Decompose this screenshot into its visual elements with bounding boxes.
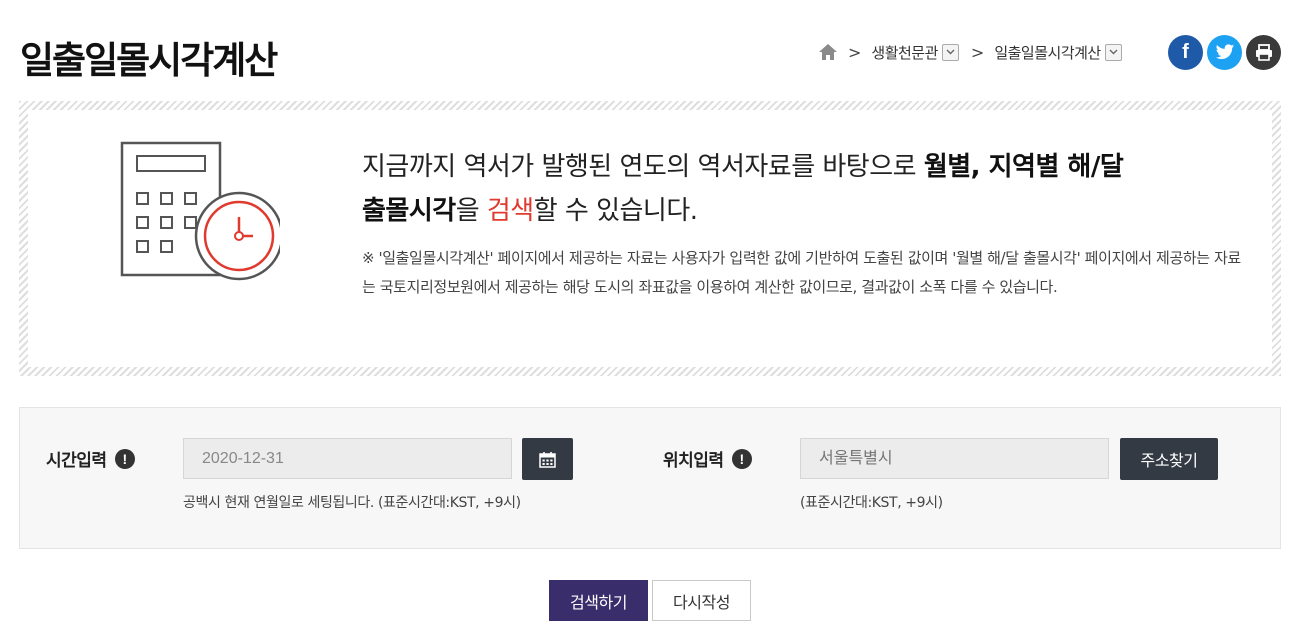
calculator-clock-icon xyxy=(110,141,284,295)
headline-bold-text: 출몰시각 xyxy=(362,196,456,226)
breadcrumb-item-label: 생활천문관 xyxy=(871,43,938,62)
time-label-text: 시간입력 xyxy=(46,451,107,471)
info-icon[interactable]: ! xyxy=(731,448,752,469)
breadcrumb: > 생활천문관 > 일출일몰시각계산 xyxy=(818,38,1134,66)
headline-text: 을 xyxy=(455,196,487,226)
time-help-text: 공백시 현재 연월일로 세팅됩니다. (표준시간대:KST, +9시) xyxy=(183,495,521,511)
chevron-right-icon: > xyxy=(848,42,862,62)
chevron-right-icon: > xyxy=(970,42,985,62)
intro-headline: 지금까지 역서가 발행된 연도의 역서자료를 바탕으로 월별, 지역별 해/달 … xyxy=(362,145,1242,233)
breadcrumb-item-label: 일출일몰시각계산 xyxy=(994,43,1101,62)
breadcrumb-item-current[interactable]: 일출일몰시각계산 xyxy=(994,42,1122,63)
location-input-label: 위치입력 ! xyxy=(663,446,752,471)
location-help-text: (표준시간대:KST, +9시) xyxy=(800,495,943,511)
info-icon[interactable]: ! xyxy=(114,448,135,469)
headline-bold-text: 월별, 지역별 해/달 xyxy=(923,152,1124,182)
headline-highlight: 검색 xyxy=(486,196,534,226)
calendar-button[interactable] xyxy=(522,438,573,480)
find-address-button[interactable]: 주소찾기 xyxy=(1120,438,1218,480)
home-icon[interactable] xyxy=(818,43,838,61)
time-input-label: 시간입력 ! xyxy=(46,446,135,471)
facebook-glyph: f xyxy=(1182,41,1189,63)
headline-text: 지금까지 역서가 발행된 연도의 역서자료를 바탕으로 xyxy=(362,152,924,182)
location-input[interactable] xyxy=(800,438,1109,479)
intro-note: ※ '일출일몰시각계산' 페이지에서 제공하는 자료는 사용자가 입력한 값에 … xyxy=(362,249,1241,296)
facebook-icon[interactable]: f xyxy=(1168,35,1203,70)
page-title: 일출일몰시각계산 xyxy=(20,39,278,82)
chevron-down-icon[interactable] xyxy=(941,43,959,61)
reset-button[interactable]: 다시작성 xyxy=(652,580,751,621)
intro-panel: 지금까지 역서가 발행된 연도의 역서자료를 바탕으로 월별, 지역별 해/달 … xyxy=(19,101,1281,376)
search-form: 시간입력 ! 공백시 현재 연월일로 세팅됩니다. (표준시간대:KST, +9… xyxy=(19,407,1281,549)
headline-text: 할 수 있습니다. xyxy=(533,196,698,226)
print-icon[interactable] xyxy=(1246,35,1281,70)
intro-panel-inner: 지금까지 역서가 발행된 연도의 역서자료를 바탕으로 월별, 지역별 해/달 … xyxy=(28,110,1272,367)
calendar-icon xyxy=(539,451,556,468)
chevron-down-icon[interactable] xyxy=(1104,43,1122,61)
location-label-text: 위치입력 xyxy=(663,451,724,471)
twitter-icon[interactable] xyxy=(1207,35,1242,70)
search-button[interactable]: 검색하기 xyxy=(549,580,648,621)
date-input[interactable] xyxy=(183,438,512,479)
breadcrumb-item-category[interactable]: 생활천문관 xyxy=(871,42,959,63)
